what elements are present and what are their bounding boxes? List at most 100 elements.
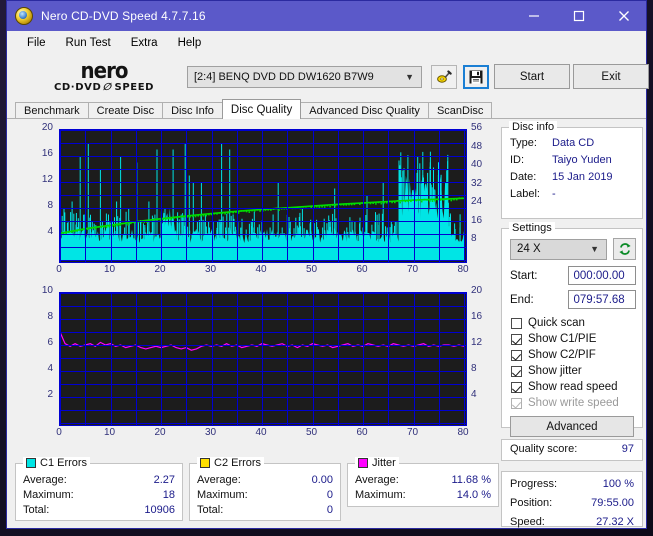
grid-line-v xyxy=(464,130,465,262)
grid-line-v xyxy=(287,293,288,425)
grid-line-v xyxy=(414,130,415,262)
x-axis-tick: 10 xyxy=(103,427,116,438)
grid-line-v xyxy=(313,130,314,262)
read-speed-point xyxy=(97,226,100,228)
read-speed-point xyxy=(429,200,431,202)
start-button[interactable]: Start xyxy=(494,64,570,89)
read-speed-point xyxy=(410,200,412,203)
read-speed-point xyxy=(162,218,164,220)
drive-select[interactable]: [2:4] BENQ DVD DD DW1620 B7W9 ▼ xyxy=(187,66,422,88)
menu-run-test[interactable]: Run Test xyxy=(56,34,121,52)
y-axis-tick: 4 xyxy=(47,226,53,237)
grid-line-h xyxy=(60,221,466,222)
tab-scandisc[interactable]: ScanDisc xyxy=(427,102,493,119)
tab-disc-info[interactable]: Disc Info xyxy=(162,102,223,119)
y2-axis-tick: 40 xyxy=(471,159,483,171)
refresh-button[interactable] xyxy=(613,238,636,260)
read-speed-point xyxy=(394,201,396,204)
disc-type-row: Type: Data CD xyxy=(502,135,642,152)
disc-tool-icon xyxy=(437,69,452,83)
c1-error-chart: 4 8 12 16 20 8 16 24 32 40 48 56 0 10 20 30 40 50 60 70 80 xyxy=(9,122,499,288)
start-position-input[interactable]: 000:00.00 xyxy=(567,266,636,285)
checkbox-show-jitter[interactable]: Show jitter xyxy=(502,363,642,379)
read-speed-point xyxy=(256,209,259,211)
c1-average-row: Average: 2.27 xyxy=(16,473,182,488)
c1-color-swatch xyxy=(26,458,36,468)
refresh-icon xyxy=(618,243,631,255)
disc-date-row: Date: 15 Jan 2019 xyxy=(502,169,642,186)
grid-line-h xyxy=(60,293,466,294)
grid-line-v xyxy=(338,130,339,262)
tab-benchmark[interactable]: Benchmark xyxy=(15,102,89,119)
grid-line-v xyxy=(212,293,213,425)
read-speed-point xyxy=(81,229,84,231)
c1-total-row: Total: 10906 xyxy=(16,503,182,518)
grid-line-v xyxy=(237,130,238,262)
minimize-button[interactable] xyxy=(511,1,556,31)
y2-axis-tick: 4 xyxy=(471,389,477,400)
status-group: Progress: 100 % Position: 79:55.00 Speed… xyxy=(501,471,643,528)
y2-axis-tick: 8 xyxy=(471,363,477,374)
read-speed-point xyxy=(113,225,116,228)
menu-extra[interactable]: Extra xyxy=(121,34,168,52)
c2-total-value: 0 xyxy=(326,504,333,516)
menu-help[interactable]: Help xyxy=(168,34,212,52)
x-axis-tick: 80 xyxy=(457,264,469,275)
read-speed-point xyxy=(359,203,361,205)
checkbox-show-read-speed[interactable]: Show read speed xyxy=(502,379,642,395)
read-speed-point xyxy=(307,205,310,208)
read-speed-point xyxy=(420,200,423,203)
disc-date-value: 15 Jan 2019 xyxy=(552,171,613,183)
read-speed-point xyxy=(326,204,329,207)
read-speed-point xyxy=(377,201,380,204)
read-speed-point xyxy=(73,230,76,232)
save-button[interactable] xyxy=(463,65,489,89)
read-speed-point xyxy=(399,201,401,204)
menu-file[interactable]: File xyxy=(17,34,56,52)
tab-create-disc[interactable]: Create Disc xyxy=(87,102,164,119)
advanced-button[interactable]: Advanced xyxy=(510,416,634,437)
x-axis-tick: 20 xyxy=(154,264,166,275)
checkbox-quick-scan[interactable]: Quick scan xyxy=(502,315,642,331)
toolbar: nero CD·DVD ∅ SPEED [2:4] BENQ DVD DD DW… xyxy=(7,55,649,99)
grid-line-h xyxy=(60,195,466,196)
grid-line-h xyxy=(60,234,466,235)
grid-line-h xyxy=(60,410,466,411)
c1-maximum-row: Maximum: 18 xyxy=(16,488,182,503)
tab-disc-quality[interactable]: Disc Quality xyxy=(221,99,302,119)
x-axis-tick: 70 xyxy=(406,427,419,438)
tab-advanced-disc-quality[interactable]: Advanced Disc Quality xyxy=(300,102,429,119)
disc-info-title: Disc info xyxy=(509,121,558,133)
progress-label: Progress: xyxy=(510,478,558,490)
grid-line-v xyxy=(388,130,389,262)
read-speed-point xyxy=(175,216,178,219)
c2-average-value: 0.00 xyxy=(311,474,333,486)
close-button[interactable] xyxy=(601,1,646,31)
disc-tool-button[interactable] xyxy=(431,65,457,89)
end-position-input[interactable]: 079:57.68 xyxy=(567,290,636,309)
checkbox-show-c2-pif[interactable]: Show C2/PIF xyxy=(502,347,642,363)
read-speed-point xyxy=(130,222,132,225)
disc-type-label: Type: xyxy=(510,137,537,149)
grid-line-h xyxy=(60,130,466,131)
read-speed-point xyxy=(434,200,436,202)
x-axis-tick: 70 xyxy=(406,264,419,275)
chevron-down-icon: ▼ xyxy=(405,72,414,82)
exit-button[interactable]: Exit xyxy=(573,64,649,89)
c2-color-swatch xyxy=(200,458,210,468)
grid-line-v xyxy=(439,130,440,262)
read-speed-point xyxy=(200,215,202,217)
grid-line-v xyxy=(237,293,238,425)
read-speed-point xyxy=(243,210,245,212)
speed-select[interactable]: 24 X ▼ xyxy=(510,238,607,260)
title-bar: Nero CD-DVD Speed 4.7.7.16 xyxy=(7,1,646,31)
read-speed-point xyxy=(415,199,418,202)
read-speed-point xyxy=(127,223,129,226)
maximize-button[interactable] xyxy=(556,1,601,31)
nero-logo: nero CD·DVD ∅ SPEED xyxy=(29,60,179,93)
read-speed-point xyxy=(391,201,393,204)
checkbox-box xyxy=(511,317,522,329)
read-speed-point xyxy=(402,199,404,202)
read-speed-point xyxy=(92,226,94,229)
checkbox-show-c1-pie[interactable]: Show C1/PIE xyxy=(502,331,642,347)
